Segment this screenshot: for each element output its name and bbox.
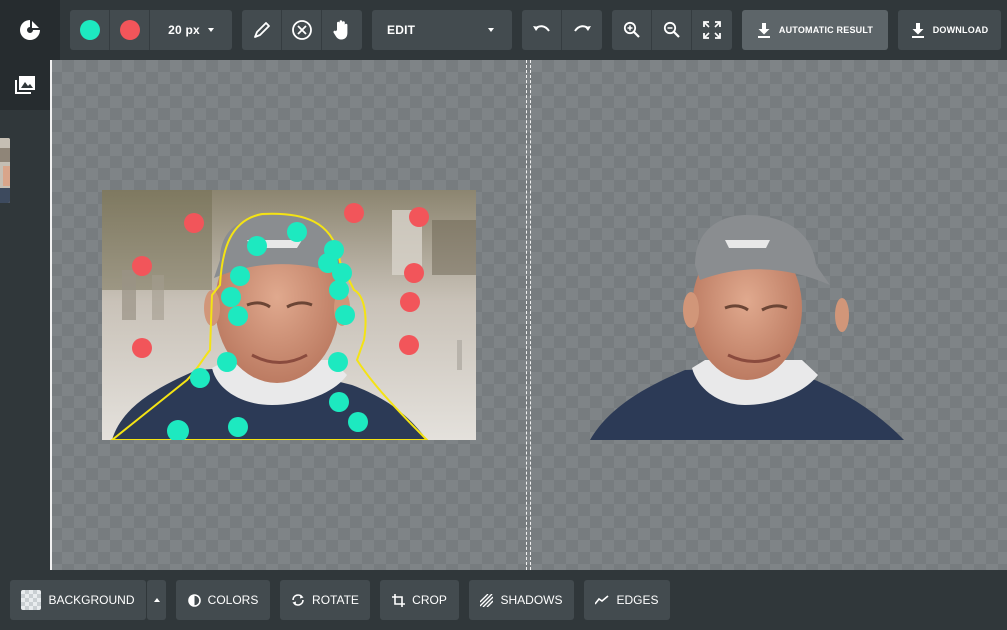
mode-select[interactable]: EDIT xyxy=(372,10,512,50)
image-thumbnail[interactable] xyxy=(0,138,10,203)
edges-button[interactable]: EDGES xyxy=(584,580,670,620)
shadows-label: SHADOWS xyxy=(500,593,563,607)
colors-button[interactable]: COLORS xyxy=(176,580,270,620)
brush-size-select[interactable]: 20 px xyxy=(150,10,232,50)
zoom-out-icon xyxy=(663,21,680,38)
keep-brush-button[interactable] xyxy=(70,10,110,50)
brush-size-value: 20 px xyxy=(168,23,200,37)
top-toolbar: 20 px EDIT AUTOMATIC RESULT DOWNLOAD xyxy=(0,0,1007,60)
original-image-panel[interactable] xyxy=(102,190,476,440)
history-group xyxy=(522,10,602,50)
undo-icon xyxy=(532,25,550,32)
colors-label: COLORS xyxy=(207,593,259,607)
crop-label: CROP xyxy=(412,593,447,607)
background-swatch-icon xyxy=(21,590,42,610)
download-label: DOWNLOAD xyxy=(932,25,989,35)
split-divider[interactable] xyxy=(526,60,531,570)
chevron-down-icon xyxy=(488,28,494,32)
left-sidebar xyxy=(0,60,50,570)
zoom-out-button[interactable] xyxy=(652,10,692,50)
thumbnail-preview xyxy=(0,138,10,203)
mode-value: EDIT xyxy=(387,23,416,37)
edges-label: EDGES xyxy=(616,593,659,607)
redo-icon xyxy=(574,25,591,32)
canvas-left-edge xyxy=(50,60,52,570)
chevron-down-icon xyxy=(207,28,214,32)
automatic-result-inner: AUTOMATIC RESULT xyxy=(742,10,888,50)
automatic-result-button[interactable]: AUTOMATIC RESULT xyxy=(742,10,888,50)
keep-brush-icon xyxy=(79,20,100,40)
zoom-group xyxy=(612,10,732,50)
rotate-button[interactable]: ROTATE xyxy=(280,580,370,620)
zoom-in-button[interactable] xyxy=(612,10,652,50)
background-button[interactable]: BACKGROUND xyxy=(10,580,146,620)
background-label: BACKGROUND xyxy=(48,593,135,607)
edges-icon xyxy=(595,595,609,605)
bottom-toolbar: BACKGROUND COLORS ROTATE CROP SHADOWS ED… xyxy=(0,570,1007,630)
pan-tool-button[interactable] xyxy=(322,10,362,50)
pencil-tool-button[interactable] xyxy=(242,10,282,50)
download-icon xyxy=(757,22,770,38)
app-logo[interactable] xyxy=(0,0,60,60)
undo-button[interactable] xyxy=(522,10,562,50)
shadows-icon xyxy=(480,593,494,607)
pencil-icon xyxy=(253,22,270,38)
result-image-panel[interactable] xyxy=(590,210,906,440)
crop-button[interactable]: CROP xyxy=(380,580,459,620)
logo-icon xyxy=(20,20,40,40)
rotate-label: ROTATE xyxy=(312,593,359,607)
tool-group xyxy=(242,10,362,50)
download-button[interactable]: DOWNLOAD xyxy=(898,10,1001,50)
mode-select-inner: EDIT xyxy=(372,10,512,50)
remove-brush-button[interactable] xyxy=(110,10,150,50)
automatic-result-label: AUTOMATIC RESULT xyxy=(778,25,874,35)
background-options-toggle[interactable] xyxy=(147,580,166,620)
download-icon xyxy=(911,22,924,38)
erase-marker-button[interactable] xyxy=(282,10,322,50)
person-cutout xyxy=(590,215,904,440)
fit-screen-icon xyxy=(703,21,721,39)
erase-marker-icon xyxy=(291,20,312,40)
zoom-in-icon xyxy=(623,21,640,38)
remove-brush-icon xyxy=(119,20,140,40)
hand-pan-icon xyxy=(333,20,348,40)
image-gallery-icon xyxy=(15,76,35,94)
rotate-icon xyxy=(292,594,304,606)
colors-icon xyxy=(187,593,201,607)
redo-button[interactable] xyxy=(562,10,602,50)
download-inner: DOWNLOAD xyxy=(898,10,1001,50)
brush-group: 20 px xyxy=(70,10,232,50)
chevron-up-icon xyxy=(153,598,160,602)
image-gallery-button[interactable] xyxy=(0,60,50,110)
fit-screen-button[interactable] xyxy=(692,10,732,50)
shadows-button[interactable]: SHADOWS xyxy=(469,580,574,620)
crop-icon xyxy=(392,593,406,607)
